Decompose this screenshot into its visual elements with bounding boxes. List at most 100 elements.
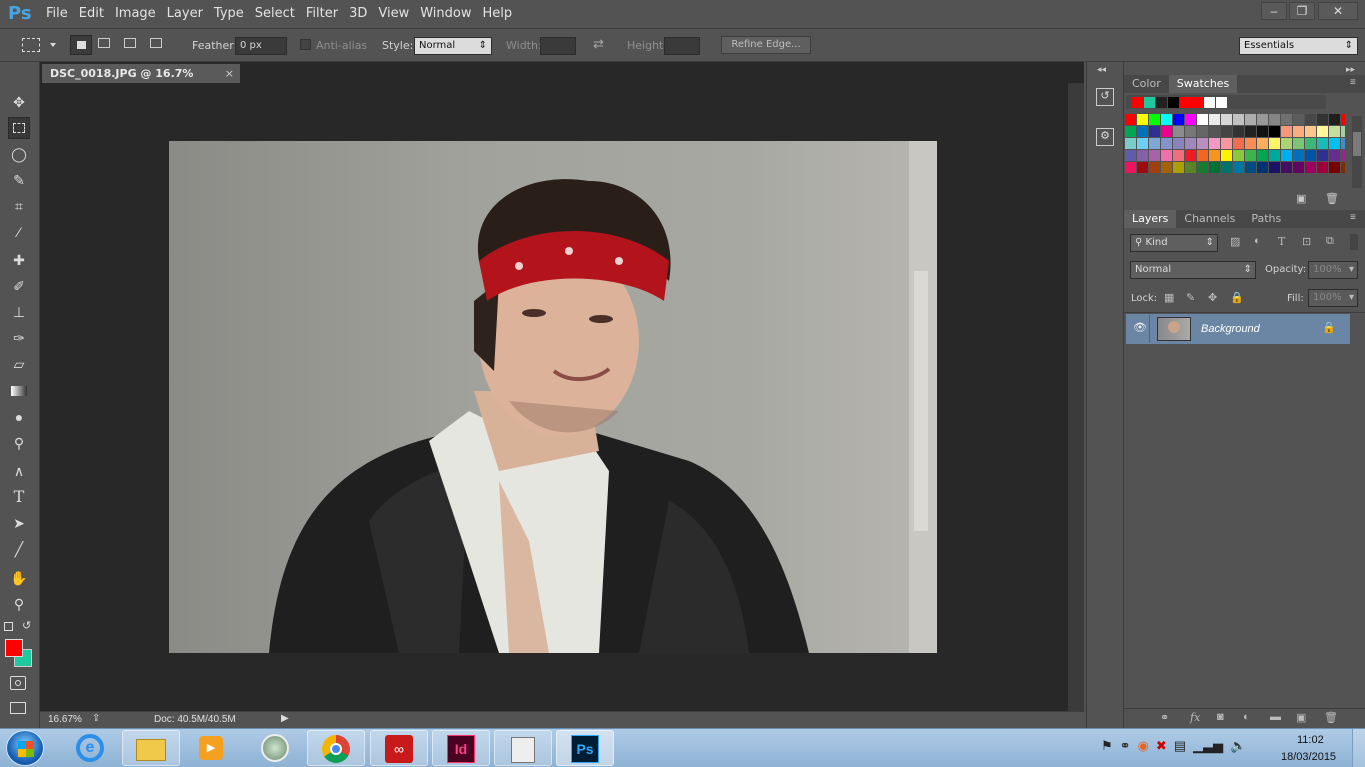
swatch[interactable] [1257, 150, 1268, 161]
swatch[interactable] [1341, 162, 1345, 173]
swatch[interactable] [1209, 162, 1220, 173]
swatch[interactable] [1221, 162, 1232, 173]
recent-swatch[interactable] [1192, 97, 1203, 108]
swatch[interactable] [1173, 138, 1184, 149]
swatch[interactable] [1221, 114, 1232, 125]
swatch-grid[interactable] [1125, 114, 1345, 188]
swatch[interactable] [1245, 138, 1256, 149]
feather-input[interactable]: 0 px [235, 37, 287, 55]
swatch[interactable] [1137, 162, 1148, 173]
history-brush-tool-icon[interactable]: ✑ [8, 327, 30, 349]
swatch[interactable] [1149, 162, 1160, 173]
subtract-selection-icon[interactable] [124, 38, 136, 48]
recent-swatch[interactable] [1204, 97, 1215, 108]
history-panel-icon[interactable]: ↺ [1096, 88, 1114, 106]
swatches-scrollbar[interactable] [1352, 116, 1362, 188]
recent-swatch[interactable] [1144, 97, 1155, 108]
swatch[interactable] [1341, 138, 1345, 149]
photo-canvas[interactable] [169, 141, 937, 653]
swatch[interactable] [1125, 114, 1136, 125]
layer-style-icon[interactable]: fx [1190, 711, 1200, 724]
swatch[interactable] [1197, 162, 1208, 173]
file-explorer-icon[interactable] [122, 730, 180, 766]
intersect-selection-icon[interactable] [150, 38, 162, 48]
fill-input[interactable]: 100% ▾ [1308, 289, 1358, 307]
zoom-tool-icon[interactable]: ⚲ [8, 593, 30, 615]
close-tab-icon[interactable]: × [225, 64, 234, 83]
add-mask-icon[interactable]: ◙ [1217, 711, 1224, 723]
menu-image[interactable]: Image [115, 0, 166, 28]
menu-edit[interactable]: Edit [79, 0, 114, 28]
app-disc-icon[interactable] [246, 730, 304, 766]
swatch[interactable] [1161, 162, 1172, 173]
refine-edge-button[interactable]: Refine Edge... [721, 36, 811, 54]
network-error-tray-icon[interactable]: ✖ [1156, 738, 1167, 754]
swatch[interactable] [1293, 162, 1304, 173]
swatch[interactable] [1329, 162, 1340, 173]
recent-swatch[interactable] [1180, 97, 1191, 108]
swatch[interactable] [1197, 126, 1208, 137]
swatch[interactable] [1233, 150, 1244, 161]
swatch[interactable] [1293, 114, 1304, 125]
preset-dropdown-icon[interactable] [50, 43, 56, 47]
style-select[interactable]: Normal ⇕ [414, 37, 492, 55]
layer-name[interactable]: Background [1201, 323, 1260, 335]
swatch[interactable] [1269, 138, 1280, 149]
avast-tray-icon[interactable]: ◉ [1138, 738, 1149, 754]
line-tool-icon[interactable]: ╱ [8, 538, 30, 560]
new-swatch-icon[interactable]: ▣ [1296, 192, 1306, 205]
action-center-icon[interactable]: ⚑ [1101, 738, 1113, 754]
pen-tool-icon[interactable]: ∧ [8, 460, 30, 482]
swatches-menu-icon[interactable]: ≡ [1350, 77, 1356, 88]
layer-filter-kind-select[interactable]: ⚲ Kind ⇕ [1130, 234, 1218, 252]
menu-type[interactable]: Type [214, 0, 254, 28]
expand-panels-icon[interactable]: ▸▸ [1346, 64, 1355, 75]
volume-tray-icon[interactable]: 🔈 [1230, 738, 1246, 754]
close-window-button[interactable]: ✕ [1318, 2, 1358, 20]
filter-type-icon[interactable]: T [1278, 235, 1285, 248]
swatch[interactable] [1245, 162, 1256, 173]
swatch[interactable] [1233, 126, 1244, 137]
swatch[interactable] [1269, 114, 1280, 125]
dodge-tool-icon[interactable]: ⚲ [8, 432, 30, 454]
menu-select[interactable]: Select [255, 0, 305, 28]
lock-position-icon[interactable]: ✥ [1208, 291, 1217, 304]
swatch[interactable] [1209, 114, 1220, 125]
restore-button[interactable]: ❐ [1289, 2, 1315, 20]
blur-tool-icon[interactable]: ● [8, 406, 30, 428]
swatch[interactable] [1221, 150, 1232, 161]
share-icon[interactable]: ⇪ [92, 713, 100, 724]
photoshop-taskbar-icon[interactable]: Ps [556, 730, 614, 766]
eyedropper-tool-icon[interactable]: ⁄ [8, 221, 30, 243]
swatch[interactable] [1257, 126, 1268, 137]
filter-smart-object-icon[interactable]: ⧉ [1326, 235, 1334, 248]
swatch[interactable] [1245, 126, 1256, 137]
swatch[interactable] [1245, 150, 1256, 161]
show-desktop-button[interactable] [1352, 729, 1365, 767]
swatch[interactable] [1257, 114, 1268, 125]
swatch[interactable] [1221, 138, 1232, 149]
swatch[interactable] [1281, 162, 1292, 173]
swatch[interactable] [1305, 114, 1316, 125]
swatch[interactable] [1329, 150, 1340, 161]
swatch[interactable] [1221, 126, 1232, 137]
swatch[interactable] [1269, 126, 1280, 137]
swatch[interactable] [1161, 138, 1172, 149]
lock-pixels-icon[interactable]: ✎ [1186, 291, 1195, 304]
swatch[interactable] [1137, 114, 1148, 125]
path-selection-tool-icon[interactable]: ➤ [8, 512, 30, 534]
swatch[interactable] [1257, 138, 1268, 149]
swatch[interactable] [1161, 150, 1172, 161]
quick-selection-tool-icon[interactable]: ✎ [8, 169, 30, 191]
screen-mode-icon[interactable] [10, 702, 26, 714]
add-selection-icon[interactable] [98, 38, 110, 48]
document-tab[interactable]: DSC_0018.JPG @ 16.7% (RGB/8) × [42, 64, 240, 99]
swatch[interactable] [1317, 162, 1328, 173]
tab-channels[interactable]: Channels [1176, 210, 1243, 228]
swatch[interactable] [1185, 150, 1196, 161]
delete-layer-icon[interactable]: 🗑 [1324, 711, 1338, 724]
menu-3d[interactable]: 3D [349, 0, 377, 28]
tab-paths[interactable]: Paths [1243, 210, 1289, 228]
hand-tool-icon[interactable]: ✋ [8, 567, 30, 589]
type-tool-icon[interactable]: T [8, 486, 30, 508]
